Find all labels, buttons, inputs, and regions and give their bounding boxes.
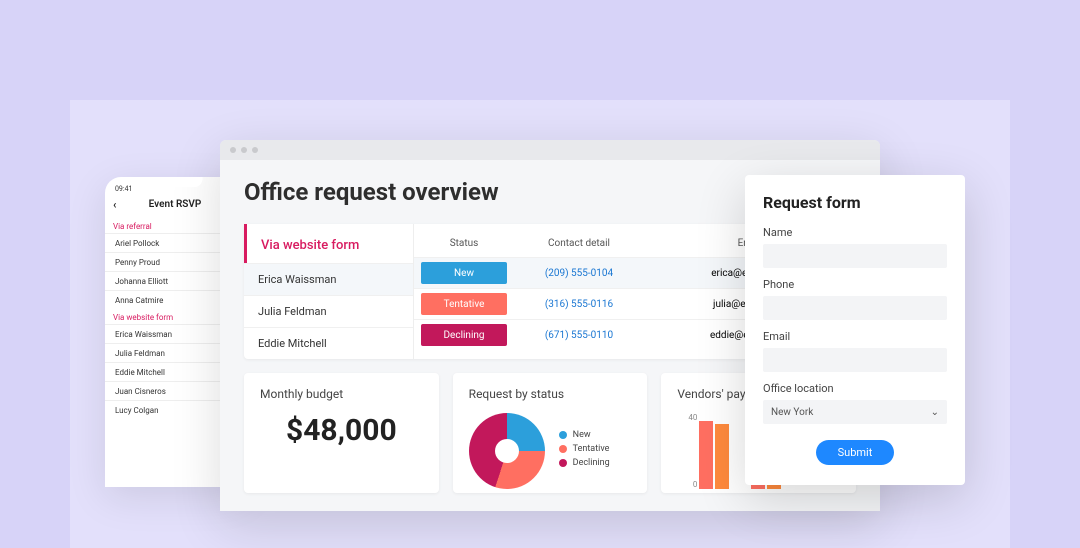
bar <box>715 424 729 489</box>
list-item-name: Erica Waissman <box>105 330 225 339</box>
status-pill: Declining <box>421 324 507 346</box>
mobile-notch <box>148 177 203 187</box>
pie-legend: New Tentative Declining <box>559 430 610 472</box>
form-title: Request form <box>763 193 947 212</box>
col-contact: Contact detail <box>514 238 644 249</box>
legend-item: Tentative <box>559 444 610 454</box>
phone-field[interactable] <box>763 296 947 320</box>
mobile-title: Event RSVP <box>149 199 202 210</box>
pie-chart <box>469 413 545 489</box>
label-name: Name <box>763 226 947 239</box>
status-pill: New <box>421 262 507 284</box>
pie-title: Request by status <box>469 387 632 401</box>
email-field[interactable] <box>763 348 947 372</box>
submit-button[interactable]: Submit <box>816 440 895 465</box>
chrome-dot <box>252 147 258 153</box>
chrome-dot <box>230 147 236 153</box>
office-select[interactable]: New York ⌄ <box>763 400 947 424</box>
list-item-name: Penny Proud <box>105 258 225 267</box>
chrome-dot <box>241 147 247 153</box>
list-item-name: Eddie Mitchell <box>105 368 225 377</box>
request-form-panel: Request form Name Phone Email Office loc… <box>745 175 965 485</box>
back-icon[interactable]: ‹ <box>113 198 116 211</box>
list-item-name: Lucy Colgan <box>105 406 225 415</box>
col-status: Status <box>414 238 514 249</box>
name-field[interactable] <box>763 244 947 268</box>
table-row-name[interactable]: Erica Waissman <box>244 263 413 295</box>
list-item-name: Ariel Pollock <box>105 239 225 248</box>
budget-value: $48,000 <box>260 413 423 448</box>
list-item-name: Julia Feldman <box>105 349 225 358</box>
list-item-name: Juan Cisneros <box>105 387 225 396</box>
bar <box>699 421 713 489</box>
mobile-time: 09:41 <box>115 185 132 193</box>
table-row-name[interactable]: Julia Feldman <box>244 295 413 327</box>
status-pill: Tentative <box>421 293 507 315</box>
chevron-down-icon: ⌄ <box>931 407 939 418</box>
list-item-name: Johanna Elliott <box>105 277 225 286</box>
bar-group <box>699 421 729 489</box>
label-phone: Phone <box>763 278 947 291</box>
window-chrome <box>220 140 880 160</box>
budget-widget: Monthly budget $48,000 <box>244 373 439 493</box>
legend-item: New <box>559 430 610 440</box>
budget-title: Monthly budget <box>260 387 423 401</box>
label-email: Email <box>763 330 947 343</box>
contact-link[interactable]: (209) 555-0104 <box>514 268 644 279</box>
contact-link[interactable]: (671) 555-0110 <box>514 330 644 341</box>
table-section-title: Via website form <box>244 224 413 263</box>
pie-widget: Request by status New Tentative Declining <box>453 373 648 493</box>
legend-dot <box>559 445 567 453</box>
table-row-name[interactable]: Eddie Mitchell <box>244 327 413 359</box>
label-office: Office location <box>763 382 947 395</box>
list-item-name: Anna Catmire <box>105 296 225 305</box>
legend-dot <box>559 431 567 439</box>
office-value: New York <box>771 407 813 418</box>
bars-y-axis: 40 0 <box>677 413 697 489</box>
contact-link[interactable]: (316) 555-0116 <box>514 299 644 310</box>
legend-dot <box>559 459 567 467</box>
legend-item: Declining <box>559 458 610 468</box>
